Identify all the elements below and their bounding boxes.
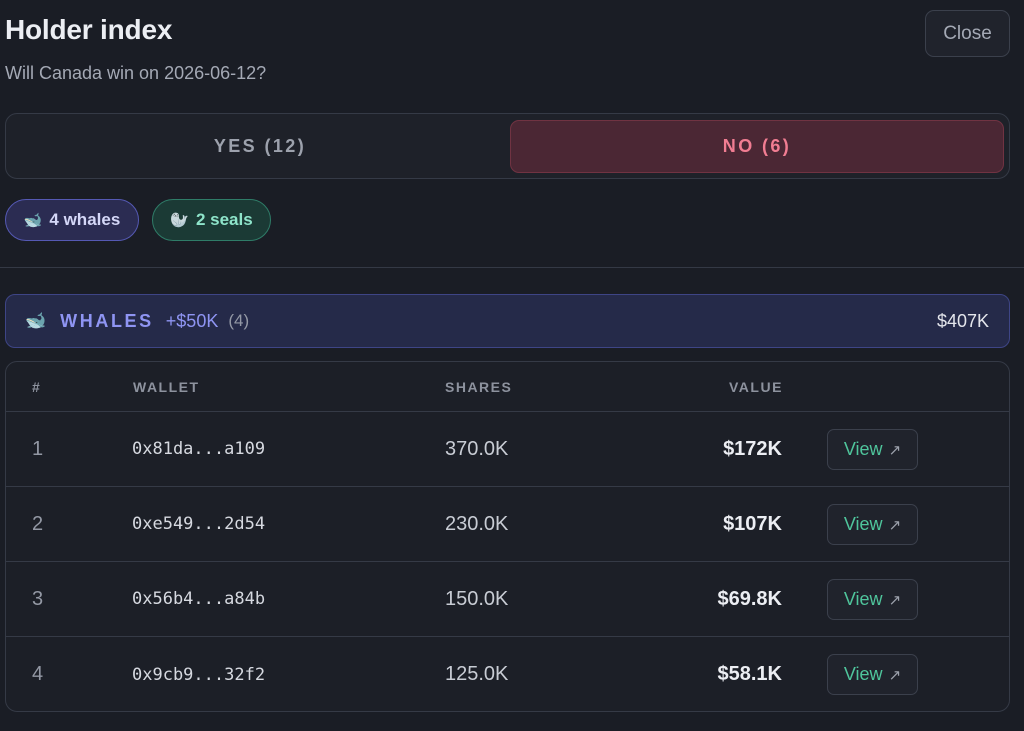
table-header: # WALLET SHARES VALUE: [6, 362, 1009, 412]
tab-no[interactable]: NO (6): [510, 120, 1004, 173]
external-link-icon: ↗: [888, 591, 902, 609]
row-rank: 3: [32, 587, 44, 610]
group-threshold: +$50K: [165, 310, 219, 331]
external-link-icon: ↗: [888, 666, 902, 684]
view-button[interactable]: View ↗: [827, 579, 918, 620]
row-rank: 2: [32, 512, 44, 535]
section-divider: [0, 267, 1024, 268]
column-header-rank: #: [32, 379, 42, 395]
row-wallet: 0x9cb9...32f2: [132, 664, 266, 685]
group-total-value: $407K: [936, 310, 989, 331]
view-button[interactable]: View ↗: [827, 429, 918, 470]
filter-chip-label: 4 whales: [49, 210, 121, 229]
row-rank: 1: [32, 437, 44, 460]
row-value: $69.8K: [717, 587, 783, 610]
row-wallet: 0x81da...a109: [132, 439, 266, 459]
row-wallet: 0x56b4...a84b: [132, 589, 266, 609]
column-header-wallet: WALLET: [133, 379, 200, 395]
market-question: Will Canada win on 2026-06-12?: [5, 63, 267, 83]
row-shares: 370.0K: [445, 437, 509, 460]
view-button-label: View: [843, 514, 883, 534]
group-name: WHALES: [60, 310, 154, 331]
table-row: 4 0x9cb9...32f2 125.0K $58.1K View ↗: [6, 637, 1009, 711]
row-shares: 150.0K: [445, 587, 509, 610]
whale-icon: 🐋: [23, 211, 43, 229]
filter-chip-whales[interactable]: 🐋 4 whales: [5, 199, 139, 241]
view-button[interactable]: View ↗: [827, 504, 918, 545]
filter-chip-seals[interactable]: 🦭 2 seals: [152, 199, 271, 241]
row-shares: 125.0K: [445, 663, 509, 685]
filter-chip-label: 2 seals: [195, 210, 253, 229]
table-row: 2 0xe549...2d54 230.0K $107K View ↗: [6, 487, 1009, 562]
seal-icon: 🦭: [170, 211, 189, 229]
holders-table: # WALLET SHARES VALUE 1 0x81da...a109 37…: [5, 361, 1010, 712]
view-button-label: View: [843, 664, 883, 684]
row-value: $172K: [723, 437, 782, 460]
whale-icon: 🐋: [25, 311, 47, 330]
row-shares: 230.0K: [445, 512, 509, 535]
external-link-icon: ↗: [888, 516, 902, 534]
view-button[interactable]: View ↗: [827, 654, 918, 695]
row-wallet: 0xe549...2d54: [132, 514, 266, 534]
close-button[interactable]: Close: [925, 10, 1010, 57]
holder-index-panel: Holder index Will Canada win on 2026-06-…: [0, 0, 1024, 731]
group-count: (4): [228, 311, 250, 330]
outcome-toggle: YES (12) NO (6): [5, 113, 1010, 179]
column-header-shares: SHARES: [445, 379, 513, 395]
group-header-whales[interactable]: 🐋 WHALES +$50K (4) $407K: [5, 294, 1010, 348]
row-rank: 4: [32, 663, 44, 685]
view-button-label: View: [843, 589, 883, 609]
page-title: Holder index: [5, 14, 173, 45]
table-row: 3 0x56b4...a84b 150.0K $69.8K View ↗: [6, 562, 1009, 637]
view-button-label: View: [843, 439, 883, 459]
external-link-icon: ↗: [888, 441, 902, 459]
table-row: 1 0x81da...a109 370.0K $172K View ↗: [6, 412, 1009, 487]
row-value: $58.1K: [717, 663, 783, 685]
row-value: $107K: [723, 512, 782, 535]
column-header-value: VALUE: [729, 379, 783, 395]
tab-yes[interactable]: YES (12): [12, 120, 508, 173]
